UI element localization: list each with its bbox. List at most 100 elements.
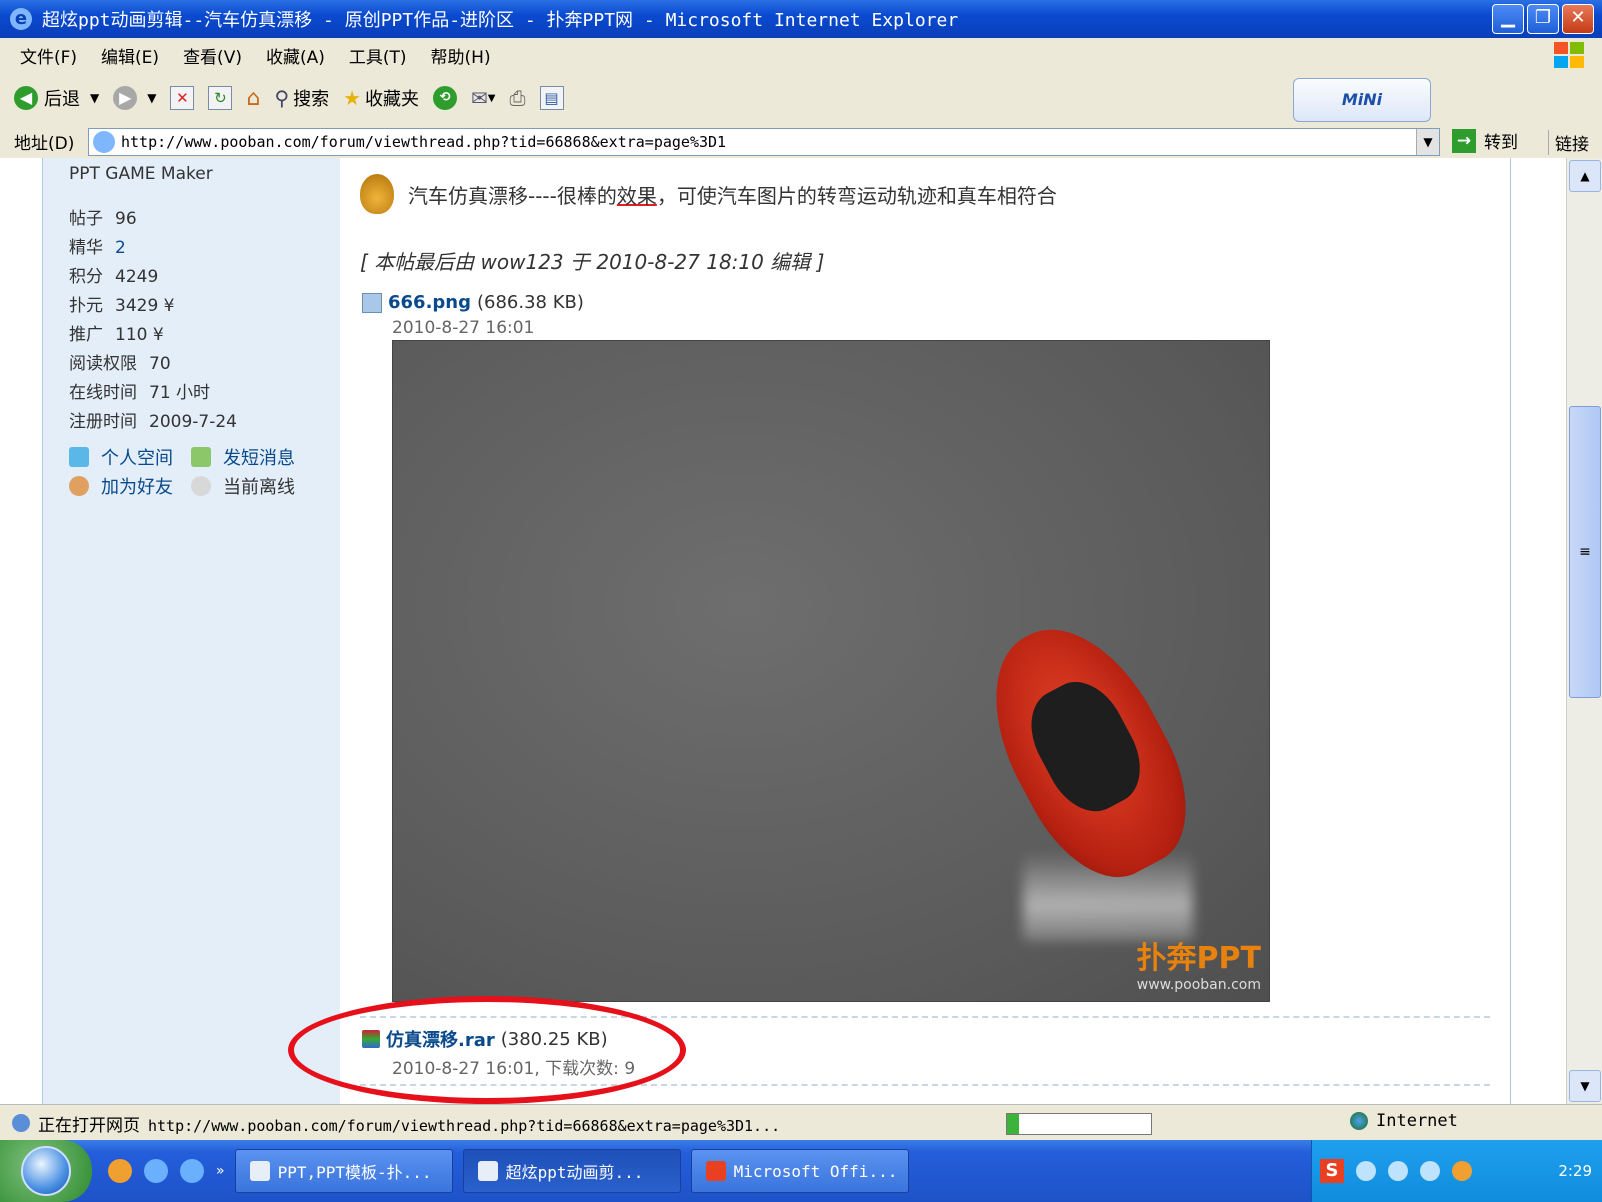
- browser-icon[interactable]: [144, 1159, 168, 1183]
- windows-orb-icon: [21, 1146, 71, 1196]
- mail-dropdown-icon: ▼: [487, 92, 496, 104]
- pooban-tray-icon[interactable]: [1452, 1161, 1472, 1181]
- star-icon: ★: [343, 86, 362, 110]
- mail-icon: ✉: [471, 86, 488, 110]
- mail-button[interactable]: ✉ ▼: [471, 86, 495, 110]
- print-button[interactable]: ⎙: [510, 86, 526, 110]
- stat-points: 积分 4249: [69, 262, 158, 287]
- ie-icon: e: [10, 8, 32, 30]
- history-button[interactable]: ⟲: [433, 86, 458, 110]
- minimize-button[interactable]: ▁: [1492, 4, 1524, 34]
- system-tray: S 2:29: [1311, 1140, 1602, 1202]
- menu-favorites[interactable]: 收藏(A): [266, 43, 325, 68]
- mini-button[interactable]: MiNi: [1293, 78, 1431, 122]
- status-text: 正在打开网页 http://www.pooban.com/forum/viewth…: [38, 1111, 780, 1136]
- volume-icon[interactable]: [1388, 1161, 1408, 1181]
- stop-button[interactable]: ✕: [170, 86, 195, 110]
- network-icon[interactable]: [1356, 1161, 1376, 1181]
- user-profile-panel: PPT GAME Maker 帖子 96 精华 2 积分 4249 扑元 3429 ¥ …: [42, 158, 341, 1104]
- menu-tools[interactable]: 工具(T): [349, 43, 407, 68]
- maximize-button[interactable]: ❐: [1527, 4, 1559, 34]
- window-titlebar[interactable]: e 超炫ppt动画剪辑--汽车仿真漂移 - 原创PPT作品-进阶区 - 扑奔PP…: [0, 0, 1602, 38]
- back-button[interactable]: ◀ 后退 ▼: [14, 85, 99, 111]
- car-drift-image[interactable]: 扑奔PPT www.pooban.com: [392, 340, 1270, 1002]
- task-current-page[interactable]: 超炫ppt动画剪...: [462, 1149, 681, 1193]
- task-office[interactable]: Microsoft Offi...: [690, 1149, 909, 1193]
- start-button[interactable]: [0, 1140, 92, 1202]
- image-file-icon: [362, 292, 382, 313]
- post-text-underlined: 效果: [616, 183, 657, 208]
- stat-label: 阅读权限: [69, 354, 137, 374]
- post-text-part: 汽车仿真漂移----很棒的: [408, 183, 617, 208]
- refresh-button[interactable]: ↻: [208, 86, 233, 110]
- links-button[interactable]: 链接: [1548, 130, 1589, 155]
- vertical-scrollbar[interactable]: ▲ ≡ ▼: [1566, 158, 1602, 1104]
- personal-space-link[interactable]: 个人空间: [69, 444, 173, 470]
- ie-icon: [477, 1161, 498, 1181]
- forward-arrow-icon: ▶: [113, 86, 138, 110]
- stat-register-date: 注册时间 2009-7-24: [69, 407, 237, 432]
- security-shield-icon[interactable]: [1420, 1161, 1440, 1181]
- scroll-down-icon[interactable]: ▼: [1569, 1070, 1601, 1102]
- send-message-label: 发短消息: [223, 448, 295, 469]
- post-content: 汽车仿真漂移----很棒的效果，可使汽车图片的转弯运动轨迹和真车相符合: [360, 174, 1057, 214]
- clock[interactable]: 2:29: [1558, 1162, 1592, 1180]
- user-add-icon: [69, 476, 89, 496]
- favorites-label: 收藏夹: [365, 89, 420, 110]
- ie-icon[interactable]: [180, 1159, 204, 1183]
- menu-file[interactable]: 文件(F): [20, 43, 77, 68]
- task-label: PPT,PPT模板-扑...: [277, 1163, 432, 1182]
- stat-value: 71 小时: [149, 383, 211, 403]
- menu-view[interactable]: 查看(V): [183, 43, 242, 68]
- task-label: Microsoft Offi...: [733, 1161, 898, 1181]
- history-icon: ⟲: [433, 86, 458, 110]
- ie-icon: [249, 1161, 270, 1181]
- page-right-border: [1510, 158, 1527, 1104]
- chevron-icon[interactable]: »: [216, 1163, 225, 1179]
- send-message-link[interactable]: 发短消息: [191, 444, 295, 470]
- forward-dropdown-icon[interactable]: ▼: [147, 91, 156, 105]
- scroll-thumb[interactable]: ≡: [1569, 406, 1601, 698]
- go-label: 转到: [1484, 133, 1518, 153]
- back-label: 后退: [44, 89, 80, 110]
- address-dropdown-icon[interactable]: ▼: [1416, 129, 1439, 155]
- favorites-button[interactable]: ★ 收藏夹: [343, 85, 419, 111]
- stat-value-link[interactable]: 2: [115, 238, 126, 258]
- stat-value: 96: [115, 209, 137, 229]
- menu-edit[interactable]: 编辑(E): [101, 43, 159, 68]
- post-body: 汽车仿真漂移----很棒的效果，可使汽车图片的转弯运动轨迹和真车相符合 [ 本帖…: [340, 158, 1566, 1104]
- personal-space-label: 个人空间: [101, 448, 173, 469]
- home-icon: ⌂: [246, 85, 261, 111]
- attachment-image-size: (686.38 KB): [477, 292, 584, 313]
- watermark-site: www.pooban.com: [1136, 977, 1261, 993]
- attachment-image-link[interactable]: 666.png: [388, 292, 471, 313]
- task-ppt-template[interactable]: PPT,PPT模板-扑...: [234, 1149, 453, 1193]
- add-friend-link[interactable]: 加为好友: [69, 473, 173, 499]
- stat-posts: 帖子 96: [69, 204, 137, 229]
- online-status: 当前离线: [191, 473, 295, 499]
- back-dropdown-icon[interactable]: ▼: [90, 91, 99, 105]
- quick-launch: »: [108, 1159, 225, 1183]
- search-button[interactable]: ⚲ 搜索: [274, 85, 329, 111]
- globe-icon: [1350, 1112, 1368, 1130]
- money-bag-icon: [360, 174, 394, 214]
- menu-help[interactable]: 帮助(H): [431, 43, 491, 68]
- envelope-icon: [191, 447, 211, 467]
- page-margin: [0, 158, 42, 1104]
- address-label: 地址(D): [14, 133, 75, 154]
- app-icon[interactable]: [108, 1159, 132, 1183]
- page-icon: [93, 131, 115, 153]
- go-button[interactable]: → 转到: [1452, 128, 1518, 153]
- stat-read-permission: 阅读权限 70: [69, 349, 171, 374]
- edit-notice: [ 本帖最后由 wow123 于 2010-8-27 18:10 编辑 ]: [360, 250, 825, 274]
- address-input[interactable]: http://www.pooban.com/forum/viewthread.p…: [88, 128, 1440, 156]
- edit-button[interactable]: ▤: [539, 86, 564, 110]
- watermark: 扑奔PPT www.pooban.com: [1137, 933, 1261, 993]
- search-label: 搜索: [293, 89, 330, 110]
- forward-button[interactable]: ▶ ▼: [113, 86, 156, 110]
- home-button[interactable]: ⌂: [246, 86, 260, 111]
- sogou-input-icon[interactable]: S: [1320, 1159, 1344, 1183]
- close-button[interactable]: ✕: [1562, 4, 1594, 34]
- taskbar: » PPT,PPT模板-扑... 超炫ppt动画剪... Microsoft O…: [0, 1140, 1602, 1202]
- scroll-up-icon[interactable]: ▲: [1569, 160, 1601, 192]
